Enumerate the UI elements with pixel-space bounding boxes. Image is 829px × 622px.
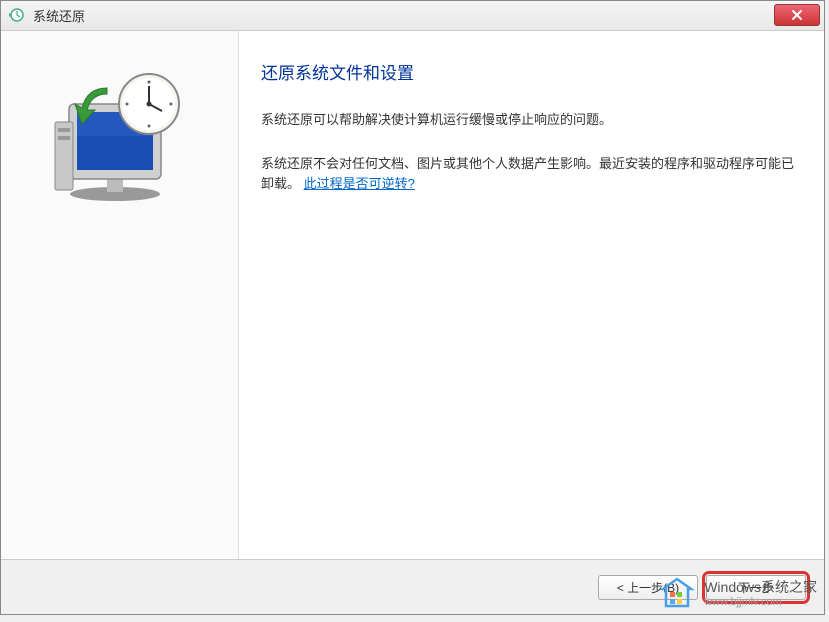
description-paragraph-2: 系统还原不会对任何文档、图片或其他个人数据产生影响。最近安装的程序和驱动程序可能… <box>261 154 794 194</box>
wizard-sidebar <box>1 31 239 559</box>
content-area: 还原系统文件和设置 系统还原可以帮助解决使计算机运行缓慢或停止响应的问题。 系统… <box>1 31 824 559</box>
close-button[interactable] <box>774 4 820 26</box>
next-button[interactable]: 下一步 <box>706 575 806 600</box>
title-bar: 系统还原 <box>1 1 824 31</box>
page-heading: 还原系统文件和设置 <box>261 59 794 84</box>
close-icon <box>791 9 803 21</box>
system-restore-icon <box>7 7 25 25</box>
system-restore-window: 系统还原 <box>0 0 825 615</box>
back-button[interactable]: < 上一步(B) <box>598 575 698 600</box>
description-paragraph-1: 系统还原可以帮助解决使计算机运行缓慢或停止响应的问题。 <box>261 110 794 130</box>
reversible-link[interactable]: 此过程是否可逆转? <box>304 176 415 191</box>
wizard-main: 还原系统文件和设置 系统还原可以帮助解决使计算机运行缓慢或停止响应的问题。 系统… <box>239 31 824 559</box>
wizard-footer: < 上一步(B) 下一步 <box>1 559 824 614</box>
window-title: 系统还原 <box>33 6 85 25</box>
system-restore-graphic <box>47 66 192 211</box>
